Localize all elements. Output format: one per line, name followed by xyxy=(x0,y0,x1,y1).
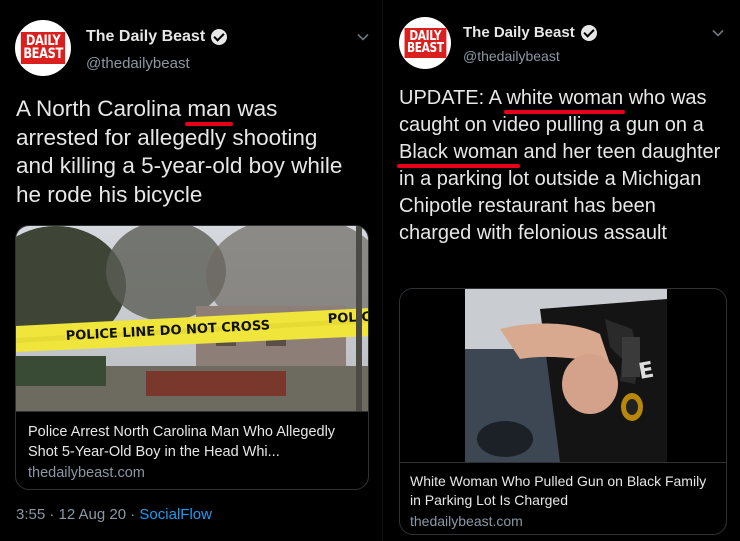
card-title[interactable]: Police Arrest North Carolina Man Who All… xyxy=(28,422,356,462)
card-title[interactable]: White Woman Who Pulled Gun on Black Fami… xyxy=(410,472,716,510)
avatar[interactable]: DAILY BEAST xyxy=(15,20,71,76)
underlined-word: man xyxy=(185,95,233,125)
underlined-phrase: Black woman xyxy=(397,139,520,168)
card-info[interactable]: Police Arrest North Carolina Man Who All… xyxy=(16,411,368,489)
tweet-text: A North Carolina man was arrested for al… xyxy=(16,95,343,207)
verified-badge-icon xyxy=(211,29,228,45)
card-domain: thedailybeast.com xyxy=(410,513,523,529)
link-card[interactable]: E White Woman Who Pulled Gun on Black Fa… xyxy=(399,288,727,535)
tweet-meta: 3:55 · 12 Aug 20 · SocialFlow xyxy=(16,506,212,523)
chevron-down-icon[interactable] xyxy=(356,30,370,44)
link-card[interactable]: POLICE LINE DO NOT CROSS POLIC Police Ar… xyxy=(15,225,369,490)
timestamp[interactable]: 3:55 · 12 Aug 20 · xyxy=(16,506,139,523)
underlined-phrase: white woman xyxy=(504,85,625,114)
tweet-text: UPDATE: A white woman who was caught on … xyxy=(397,85,721,244)
daily-beast-logo: DAILY BEAST xyxy=(404,28,446,58)
avatar[interactable]: DAILY BEAST xyxy=(399,17,451,69)
chevron-down-icon[interactable] xyxy=(711,26,725,40)
card-info[interactable]: White Woman Who Pulled Gun on Black Fami… xyxy=(400,462,726,534)
author-handle[interactable]: @thedailybeast xyxy=(86,55,190,72)
verified-badge-icon xyxy=(580,24,597,41)
divider xyxy=(382,0,383,541)
tweet-right[interactable]: DAILY BEAST The Daily Beast @thedailybea… xyxy=(385,0,740,541)
source-link[interactable]: SocialFlow xyxy=(139,506,212,523)
daily-beast-logo: DAILY BEAST xyxy=(20,32,66,64)
card-domain: thedailybeast.com xyxy=(28,465,145,481)
card-image: POLICE LINE DO NOT CROSS POLIC xyxy=(16,226,368,411)
author-name[interactable]: The Daily Beast xyxy=(86,28,228,46)
tweet-left[interactable]: DAILY BEAST The Daily Beast @thedailybea… xyxy=(0,0,380,541)
author-name[interactable]: The Daily Beast xyxy=(463,24,597,41)
author-handle[interactable]: @thedailybeast xyxy=(463,48,560,64)
card-image: E xyxy=(400,289,726,462)
